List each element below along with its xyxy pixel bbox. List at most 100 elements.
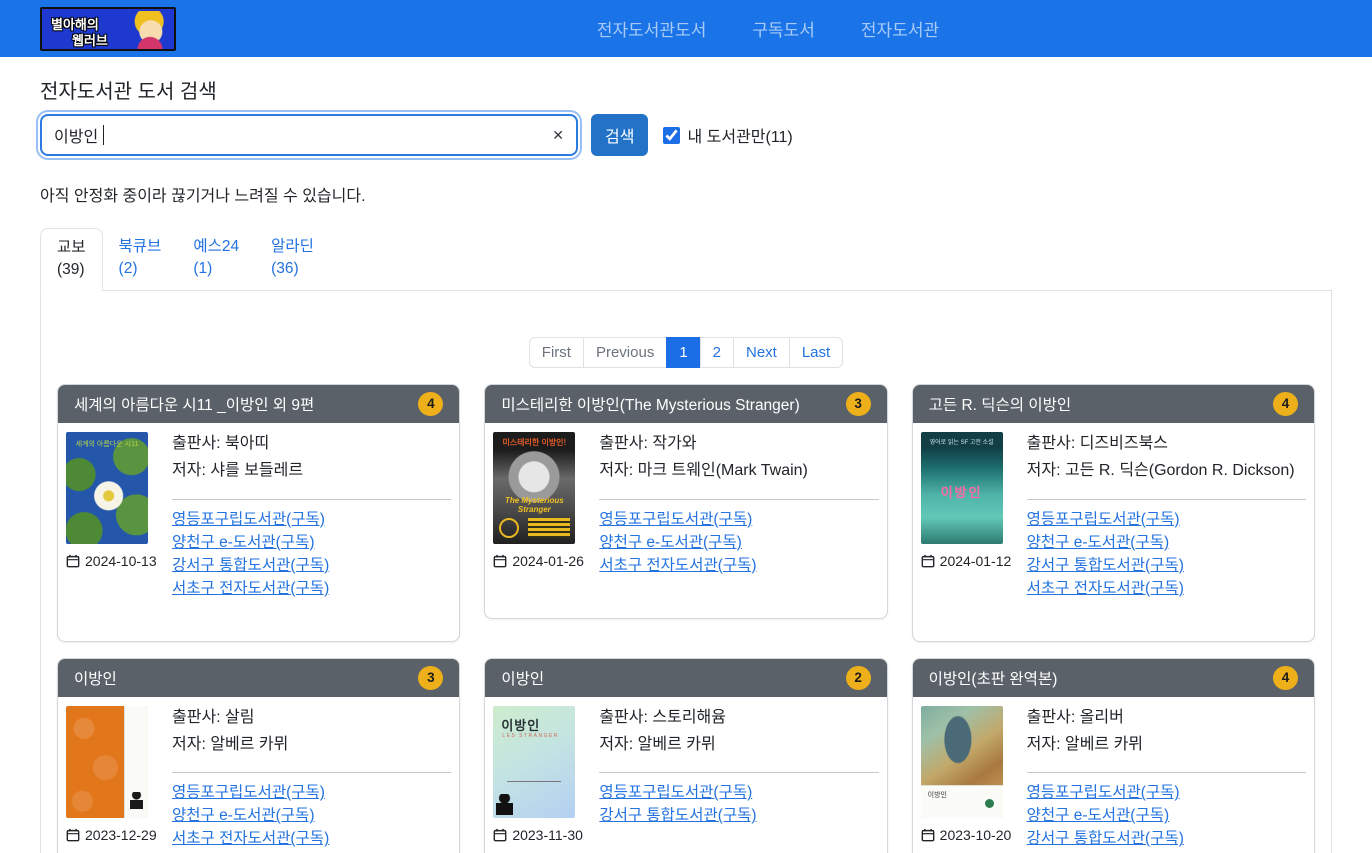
publisher-text: 출판사: 디즈비즈북스 [1027, 432, 1306, 457]
book-card: 이방인(초판 완역본) 4 이방인 [912, 658, 1315, 853]
divider [1027, 772, 1306, 773]
card-header: 이방인 3 [58, 659, 459, 697]
search-button[interactable]: 검색 [591, 114, 648, 156]
calendar-icon [921, 554, 935, 568]
pagination-previous[interactable]: Previous [583, 337, 667, 368]
library-link[interactable]: 서초구 전자도서관(구독) [172, 830, 329, 847]
book-title: 이방인 [74, 667, 117, 689]
nav-link-elibrary-books[interactable]: 전자도서관도서 [597, 16, 706, 41]
library-link[interactable]: 서초구 전자도서관(구독) [172, 580, 329, 597]
library-link[interactable]: 서초구 전자도서관(구독) [1027, 580, 1184, 597]
tab-bookcube[interactable]: 북큐브 (2) [103, 228, 178, 290]
book-card: 고든 R. 딕슨의 이방인 4 영어로 읽는 SF 고전 소설 이방인 [912, 384, 1315, 642]
publish-date: 2024-01-12 [921, 553, 1003, 569]
publish-date: 2023-12-29 [66, 827, 148, 843]
pagination-page-2[interactable]: 2 [700, 337, 734, 368]
book-card: 이방인 3 2023-12-29 [57, 658, 460, 853]
library-link[interactable]: 강서구 통합도서관(구독) [172, 557, 329, 574]
source-tabs: 교보 (39) 북큐브 (2) 예스24 (1) 알라딘 (36) [40, 228, 1332, 291]
library-link[interactable]: 영등포구립도서관(구독) [172, 511, 325, 528]
pagination: First Previous 1 2 Next Last [57, 337, 1315, 368]
divider [599, 499, 878, 500]
divider [599, 772, 878, 773]
publisher-text: 출판사: 북아띠 [172, 432, 451, 457]
card-header: 고든 R. 딕슨의 이방인 4 [913, 385, 1314, 423]
author-text: 저자: 마크 트웨인(Mark Twain) [599, 459, 878, 484]
text-caret [103, 125, 104, 145]
my-library-label: 내 도서관만(11) [687, 123, 792, 147]
pagination-first[interactable]: First [529, 337, 584, 368]
count-badge: 4 [1273, 392, 1298, 416]
library-links: 영등포구립도서관(구독) 강서구 통합도서관(구독) [599, 784, 878, 824]
card-header: 이방인(초판 완역본) 4 [913, 659, 1314, 697]
pagination-next[interactable]: Next [733, 337, 790, 368]
book-cover: 이방인 LES STRANGER [493, 706, 575, 818]
library-links: 영등포구립도서관(구독) 양천구 e-도서관(구독) 강서구 통합도서관(구독)… [172, 511, 451, 597]
book-cover [66, 706, 148, 818]
tab-yes24[interactable]: 예스24 (1) [177, 228, 255, 290]
main-nav: 전자도서관도서 구독도서 전자도서관 [597, 16, 939, 41]
my-library-filter: 내 도서관만(11) [663, 123, 792, 147]
tab-content-panel: First Previous 1 2 Next Last 세계의 아름다운 시1… [40, 291, 1332, 853]
library-link[interactable]: 영등포구립도서관(구독) [599, 511, 752, 528]
count-badge: 4 [1273, 666, 1298, 690]
book-cover: 세계의 아름다운 시11 [66, 432, 148, 544]
library-link[interactable]: 양천구 e-도서관(구독) [1027, 807, 1170, 824]
library-link[interactable]: 양천구 e-도서관(구독) [172, 807, 315, 824]
library-link[interactable]: 양천구 e-도서관(구독) [1027, 534, 1170, 551]
page-title: 전자도서관 도서 검색 [40, 75, 1332, 104]
nav-link-subscription-books[interactable]: 구독도서 [752, 16, 815, 41]
navbar: 별아해의 웹러브 전자도서관도서 구독도서 전자도서관 [0, 0, 1372, 57]
author-text: 저자: 알베르 카뮈 [1027, 733, 1306, 758]
site-logo[interactable]: 별아해의 웹러브 [40, 7, 176, 51]
author-text: 저자: 알베르 카뮈 [172, 733, 451, 758]
book-cover: 영어로 읽는 SF 고전 소설 이방인 [921, 432, 1003, 544]
logo-character-image [129, 11, 171, 51]
pagination-last[interactable]: Last [789, 337, 843, 368]
library-link[interactable]: 영등포구립도서관(구독) [1027, 511, 1180, 528]
logo-text-line2: 웹러브 [72, 30, 108, 49]
publisher-text: 출판사: 살림 [172, 706, 451, 731]
publisher-text: 출판사: 스토리해윰 [599, 706, 878, 731]
publish-date: 2024-10-13 [66, 553, 148, 569]
divider [1027, 499, 1306, 500]
calendar-icon [921, 828, 935, 842]
library-link[interactable]: 영등포구립도서관(구독) [599, 784, 752, 801]
library-link[interactable]: 양천구 e-도서관(구독) [599, 534, 742, 551]
library-link[interactable]: 양천구 e-도서관(구독) [172, 534, 315, 551]
divider [172, 499, 451, 500]
clear-search-icon[interactable]: ✕ [552, 126, 564, 144]
calendar-icon [66, 828, 80, 842]
book-card: 이방인 2 이방인 LES STRANGER [484, 658, 887, 853]
card-header: 세계의 아름다운 시11 _이방인 외 9편 4 [58, 385, 459, 423]
pagination-page-1[interactable]: 1 [666, 337, 700, 368]
calendar-icon [493, 828, 507, 842]
search-input[interactable] [40, 114, 578, 156]
publish-date: 2023-11-30 [493, 827, 575, 843]
library-links: 영등포구립도서관(구독) 양천구 e-도서관(구독) 강서구 통합도서관(구독)… [1027, 784, 1306, 853]
my-library-checkbox[interactable] [663, 127, 680, 144]
search-row: ✕ 검색 내 도서관만(11) [40, 114, 1332, 156]
library-link[interactable]: 강서구 통합도서관(구독) [1027, 557, 1184, 574]
count-badge: 3 [846, 392, 871, 416]
author-text: 저자: 고든 R. 딕슨(Gordon R. Dickson) [1027, 459, 1306, 484]
library-links: 영등포구립도서관(구독) 양천구 e-도서관(구독) 강서구 통합도서관(구독)… [1027, 511, 1306, 597]
publisher-text: 출판사: 작가와 [599, 432, 878, 457]
library-link[interactable]: 서초구 전자도서관(구독) [599, 557, 756, 574]
library-link[interactable]: 강서구 통합도서관(구독) [1027, 830, 1184, 847]
tab-aladin[interactable]: 알라딘 (36) [255, 228, 330, 290]
book-card-grid: 세계의 아름다운 시11 _이방인 외 9편 4 세계의 아름다운 시11 [57, 384, 1315, 853]
count-badge: 4 [418, 392, 443, 416]
tab-kyobo[interactable]: 교보 (39) [40, 228, 103, 291]
card-header: 미스테리한 이방인(The Mysterious Stranger) 3 [485, 385, 886, 423]
count-badge: 2 [846, 666, 871, 690]
book-title: 이방인 [501, 667, 544, 689]
library-link[interactable]: 영등포구립도서관(구독) [172, 784, 325, 801]
library-link[interactable]: 강서구 통합도서관(구독) [599, 807, 756, 824]
publish-date: 2024-01-26 [493, 553, 575, 569]
nav-link-elibrary[interactable]: 전자도서관 [861, 16, 939, 41]
calendar-icon [66, 554, 80, 568]
author-text: 저자: 샤를 보들레르 [172, 459, 451, 484]
library-link[interactable]: 영등포구립도서관(구독) [1027, 784, 1180, 801]
author-text: 저자: 알베르 카뮈 [599, 733, 878, 758]
